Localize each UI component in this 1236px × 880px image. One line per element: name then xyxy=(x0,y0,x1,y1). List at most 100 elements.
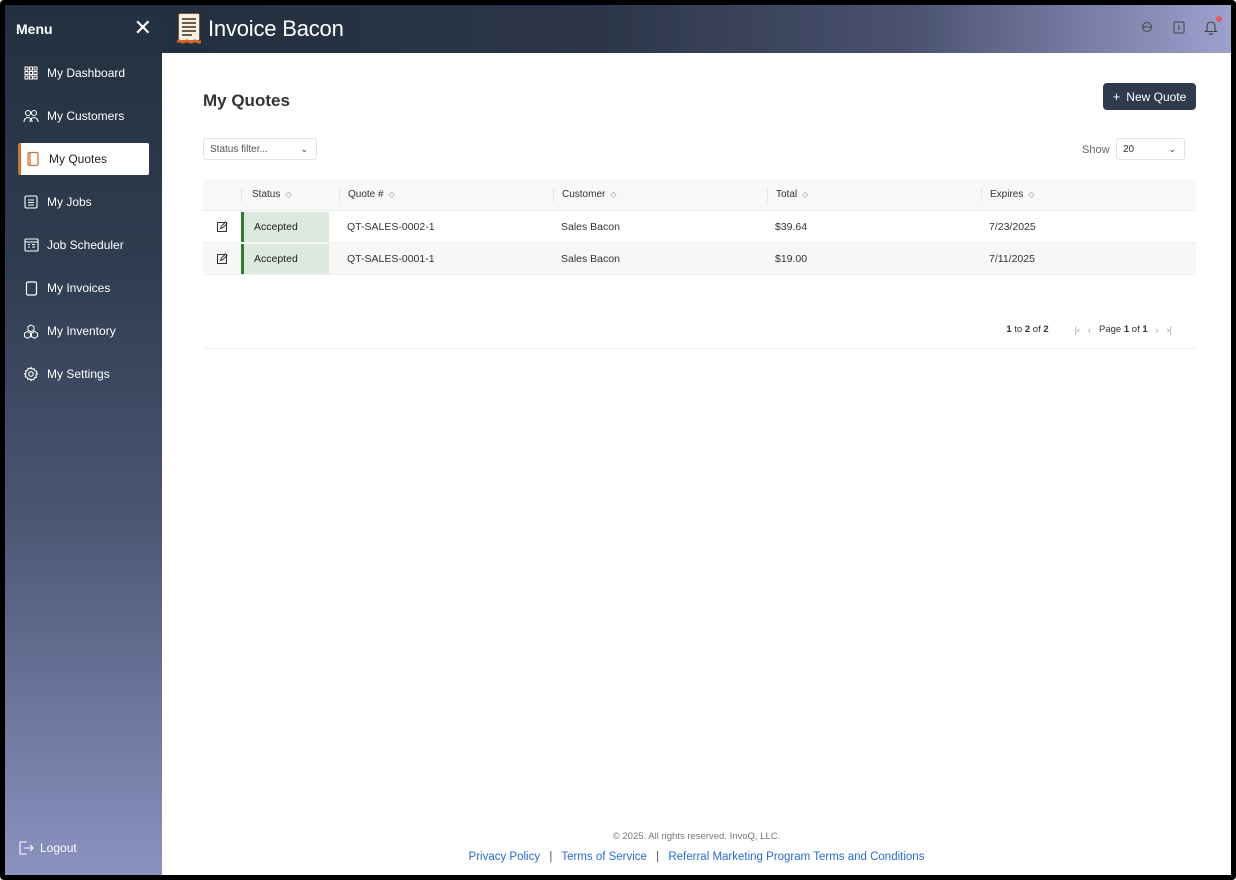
table-row[interactable]: Accepted QT-SALES-0001-1 Sales Bacon $19… xyxy=(203,243,1196,275)
new-quote-button[interactable]: + New Quote xyxy=(1103,83,1196,110)
header-total[interactable]: Total ◇ xyxy=(767,187,981,202)
sidebar-item-dashboard[interactable]: My Dashboard xyxy=(18,57,149,89)
customer-cell: Sales Bacon xyxy=(561,220,620,233)
quotes-table: Status ◇ Quote # ◇ Customer ◇ Total ◇ Expire… xyxy=(203,179,1196,349)
footer-links: Privacy Policy | Terms of Service | Refe… xyxy=(162,851,1231,863)
sidebar: Menu ✕ My Dashboard My Customers My Quot… xyxy=(5,5,162,875)
range-to: 2 xyxy=(1024,324,1031,335)
header-quote-number[interactable]: Quote # ◇ xyxy=(339,187,553,202)
sidebar-nav: My Dashboard My Customers My Quotes My J… xyxy=(5,57,162,390)
help-icon[interactable] xyxy=(1139,19,1155,35)
document-icon xyxy=(24,150,42,168)
sort-icon: ◇ xyxy=(610,190,617,199)
range-to-text: to xyxy=(1014,324,1023,335)
copyright-text: © 2025. All rights reserved. InvoQ, LLC. xyxy=(612,831,781,842)
header-label: Expires xyxy=(990,189,1024,200)
main-content: My Quotes + New Quote Status filter... ⌄… xyxy=(162,53,1231,875)
last-page-icon[interactable]: ›| xyxy=(1167,325,1172,335)
sidebar-item-label: My Inventory xyxy=(47,324,116,338)
header-label: Quote # xyxy=(348,189,384,200)
link-separator: | xyxy=(549,851,553,863)
header-status[interactable]: Status ◇ xyxy=(241,187,339,202)
logout-button[interactable]: Logout xyxy=(18,839,77,857)
sidebar-item-quotes[interactable]: My Quotes xyxy=(18,143,149,175)
expires-cell: 7/11/2025 xyxy=(989,252,1035,265)
edit-icon[interactable] xyxy=(216,221,228,232)
prev-page-icon[interactable]: ‹ xyxy=(1088,325,1091,335)
sidebar-item-job-scheduler[interactable]: Job Scheduler xyxy=(18,229,149,261)
status-badge: Accepted xyxy=(241,211,329,242)
edit-icon[interactable] xyxy=(216,253,228,264)
sidebar-item-label: My Invoices xyxy=(47,281,111,295)
quote-number-cell: QT-SALES-0002-1 xyxy=(347,220,435,233)
privacy-policy-link[interactable]: Privacy Policy xyxy=(469,851,541,863)
table-header: Status ◇ Quote # ◇ Customer ◇ Total ◇ Expire… xyxy=(203,179,1196,211)
sidebar-item-settings[interactable]: My Settings xyxy=(18,358,149,390)
edit-quote-cell[interactable] xyxy=(203,211,241,242)
quote-number-cell: QT-SALES-0001-1 xyxy=(347,252,435,265)
next-page-icon[interactable]: › xyxy=(1156,325,1159,335)
status-filter-select[interactable]: Status filter... ⌄ xyxy=(203,138,317,160)
page-of-text: of xyxy=(1131,324,1140,335)
gear-icon xyxy=(22,365,40,383)
sidebar-header: Menu ✕ xyxy=(5,5,162,53)
list-box-icon xyxy=(22,193,40,211)
bell-icon[interactable] xyxy=(1203,16,1222,35)
expires-cell: 7/23/2025 xyxy=(989,220,1036,233)
sidebar-item-invoices[interactable]: My Invoices xyxy=(18,272,149,304)
status-filter-placeholder: Status filter... xyxy=(210,143,268,155)
terms-of-service-link[interactable]: Terms of Service xyxy=(561,851,647,863)
plus-icon: + xyxy=(1112,89,1121,104)
range-total: 2 xyxy=(1043,324,1049,335)
status-cell: Accepted xyxy=(241,211,339,242)
chevron-down-icon: ⌄ xyxy=(1168,143,1176,154)
brand-logo xyxy=(177,12,201,44)
new-quote-label: New Quote xyxy=(1126,89,1187,104)
sort-icon: ◇ xyxy=(802,190,809,199)
edit-quote-cell[interactable] xyxy=(203,243,241,274)
header-expires[interactable]: Expires ◇ xyxy=(981,187,1196,202)
calendar-icon xyxy=(22,236,40,254)
sidebar-item-inventory[interactable]: My Inventory xyxy=(18,315,149,347)
referral-terms-link[interactable]: Referral Marketing Program Terms and Con… xyxy=(668,851,924,863)
total-cell: $39.64 xyxy=(775,220,808,233)
total-pages: 1 xyxy=(1142,324,1148,335)
top-bar: Invoice Bacon xyxy=(162,5,1231,53)
sidebar-item-label: My Customers xyxy=(47,109,125,123)
boxes-icon xyxy=(22,322,40,340)
page-indicator: Page 1 of 1 xyxy=(1099,324,1148,335)
logout-label: Logout xyxy=(40,841,77,855)
header-label: Status xyxy=(252,189,281,200)
people-icon xyxy=(22,107,40,125)
current-page: 1 xyxy=(1123,324,1130,335)
page-size-value: 20 xyxy=(1123,143,1135,155)
close-menu-icon[interactable]: ✕ xyxy=(134,18,152,40)
menu-title: Menu xyxy=(16,21,53,37)
sidebar-item-label: My Dashboard xyxy=(47,66,126,80)
show-label: Show xyxy=(1082,144,1110,156)
header-customer[interactable]: Customer ◇ xyxy=(553,187,767,202)
page-text: Page xyxy=(1099,324,1122,335)
app-window: Menu ✕ My Dashboard My Customers My Quot… xyxy=(0,0,1236,880)
info-icon[interactable] xyxy=(1171,19,1187,35)
notification-dot xyxy=(1216,16,1222,22)
range-from: 1 xyxy=(1006,324,1012,335)
page-size-select[interactable]: 20 ⌄ xyxy=(1116,138,1185,160)
sort-icon: ◇ xyxy=(1028,190,1035,199)
customer-cell: Sales Bacon xyxy=(561,252,620,265)
status-badge: Accepted xyxy=(241,243,329,274)
sort-icon: ◇ xyxy=(388,190,395,199)
sidebar-item-jobs[interactable]: My Jobs xyxy=(18,186,149,218)
invoice-icon xyxy=(22,279,40,297)
header-edit-col xyxy=(203,188,241,202)
first-page-icon[interactable]: |‹ xyxy=(1075,325,1080,335)
range-of-text: of xyxy=(1032,324,1041,335)
dashboard-grid-icon xyxy=(22,64,40,82)
sidebar-item-label: My Jobs xyxy=(47,195,92,209)
sidebar-item-customers[interactable]: My Customers xyxy=(18,100,149,132)
page-title: My Quotes xyxy=(203,91,290,110)
pagination: 1 to 2 of 2 |‹ ‹ Page 1 of 1 › ›| xyxy=(1006,324,1172,335)
chevron-down-icon: ⌄ xyxy=(300,143,308,154)
table-row[interactable]: Accepted QT-SALES-0002-1 Sales Bacon $39… xyxy=(203,211,1196,243)
total-cell: $19.00 xyxy=(775,252,808,265)
